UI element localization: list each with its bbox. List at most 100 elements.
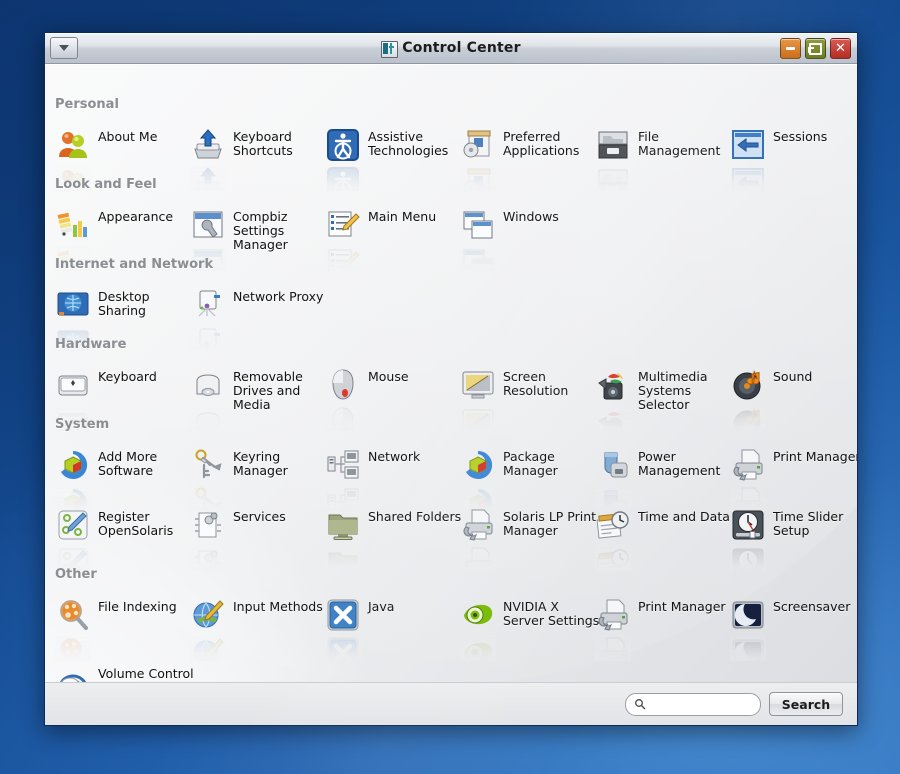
settings-item[interactable]: Keyboard Shortcuts <box>190 127 330 191</box>
settings-item[interactable]: Print Manager <box>595 597 735 661</box>
icon-reflection <box>595 165 631 191</box>
settings-item[interactable]: Preferred Applications <box>460 127 600 191</box>
solaris-lp-print-manager-icon <box>460 507 496 571</box>
icon-reflection <box>325 635 361 661</box>
settings-item-label: Power Management <box>638 449 721 478</box>
minimize-icon <box>786 47 795 50</box>
settings-item[interactable]: Removable Drives and Media <box>190 367 330 431</box>
settings-item-label: Appearance <box>98 209 174 224</box>
icon-reflection <box>55 545 91 571</box>
settings-item[interactable]: Main Menu <box>325 207 465 271</box>
window-menu-button[interactable] <box>50 37 78 59</box>
maximize-icon <box>808 42 822 55</box>
settings-item-label: About Me <box>98 129 158 144</box>
settings-item-label: Register OpenSolaris <box>98 509 174 538</box>
settings-item-label: Mouse <box>368 369 409 384</box>
icon-reflection <box>460 635 496 661</box>
settings-item[interactable]: Sound <box>730 367 857 431</box>
settings-item[interactable]: Assistive Technologies <box>325 127 465 191</box>
icon-reflection <box>190 485 226 511</box>
settings-item-label: Print Manager <box>773 449 857 464</box>
package-manager-icon <box>460 447 496 511</box>
settings-item[interactable]: Appearance <box>55 207 195 271</box>
screen-resolution-icon <box>460 367 496 431</box>
icon-reflection <box>190 545 226 571</box>
maximize-button[interactable] <box>805 38 826 59</box>
settings-item[interactable]: Input Methods <box>190 597 330 661</box>
icon-reflection <box>460 485 496 511</box>
icon-reflection <box>190 325 226 351</box>
settings-item[interactable]: Network Proxy <box>190 287 330 351</box>
settings-item[interactable]: About Me <box>55 127 195 191</box>
icon-reflection <box>190 245 226 271</box>
settings-item[interactable]: Compbiz Settings Manager <box>190 207 330 271</box>
control-center-content: Personal About Me Keyboard Shortcuts Ass… <box>45 64 857 682</box>
settings-item[interactable]: Mouse <box>325 367 465 431</box>
settings-item[interactable]: Volume Control <box>55 664 195 682</box>
settings-item-label: Compbiz Settings Manager <box>233 209 288 252</box>
settings-item[interactable]: Package Manager <box>460 447 600 511</box>
settings-item[interactable]: Print Manager <box>730 447 857 511</box>
settings-item[interactable]: Register OpenSolaris <box>55 507 195 571</box>
icon-reflection <box>325 545 361 571</box>
settings-item[interactable]: NVIDIA X Server Settings <box>460 597 600 661</box>
settings-item[interactable]: Network <box>325 447 465 511</box>
settings-item[interactable]: Add More Software <box>55 447 195 511</box>
settings-item[interactable]: Desktop Sharing <box>55 287 195 351</box>
network-icon <box>325 447 361 511</box>
window-titlebar: Control Center ✕ <box>45 33 857 64</box>
settings-item-label: Keyboard Shortcuts <box>233 129 293 158</box>
settings-item[interactable]: Java <box>325 597 465 661</box>
settings-item[interactable]: Keyboard <box>55 367 195 431</box>
settings-item[interactable]: Time and Data <box>595 507 735 571</box>
multimedia-systems-selector-icon <box>595 367 631 431</box>
keyboard-shortcuts-icon <box>190 127 226 191</box>
search-field[interactable] <box>625 692 761 716</box>
section-header: System <box>55 417 110 432</box>
settings-item-label: Services <box>233 509 286 524</box>
icon-reflection <box>55 405 91 431</box>
search-button[interactable]: Search <box>769 692 843 716</box>
settings-item-label: Package Manager <box>503 449 558 478</box>
settings-item-label: Time Slider Setup <box>773 509 844 538</box>
settings-item[interactable]: Screensaver <box>730 597 857 661</box>
appearance-icon <box>55 207 91 271</box>
time-slider-setup-icon <box>730 507 766 571</box>
settings-item-label: Input Methods <box>233 599 323 614</box>
assistive-technologies-icon <box>325 127 361 191</box>
search-input[interactable] <box>651 696 752 712</box>
control-center-window: Control Center ✕ Personal About Me Keybo… <box>44 32 858 726</box>
input-methods-icon <box>190 597 226 661</box>
volume-control-icon <box>55 664 91 682</box>
section-header: Look and Feel <box>55 177 157 192</box>
settings-item[interactable]: Windows <box>460 207 600 271</box>
power-management-icon <box>595 447 631 511</box>
settings-item[interactable]: Time Slider Setup <box>730 507 857 571</box>
icon-reflection <box>460 165 496 191</box>
settings-item-label: Add More Software <box>98 449 158 478</box>
icon-reflection <box>55 245 91 271</box>
section-header: Internet and Network <box>55 257 214 272</box>
settings-item[interactable]: File Management <box>595 127 735 191</box>
settings-item[interactable]: Power Management <box>595 447 735 511</box>
icon-reflection <box>595 545 631 571</box>
settings-item[interactable]: Screen Resolution <box>460 367 600 431</box>
file-management-icon <box>595 127 631 191</box>
icon-reflection <box>190 165 226 191</box>
settings-item[interactable]: Keyring Manager <box>190 447 330 511</box>
settings-item[interactable]: Services <box>190 507 330 571</box>
settings-item-label: Time and Data <box>638 509 730 524</box>
settings-grid: Personal About Me Keyboard Shortcuts Ass… <box>45 65 857 682</box>
minimize-button[interactable] <box>780 38 801 59</box>
settings-item[interactable]: Solaris LP Print Manager <box>460 507 600 571</box>
close-button[interactable]: ✕ <box>830 38 851 59</box>
desktop-sharing-icon <box>55 287 91 351</box>
icon-reflection <box>730 545 766 571</box>
settings-item[interactable]: Shared Folders <box>325 507 465 571</box>
network-proxy-icon <box>190 287 226 351</box>
settings-item-label: Sessions <box>773 129 828 144</box>
settings-item[interactable]: File Indexing <box>55 597 195 661</box>
settings-item[interactable]: Sessions <box>730 127 857 191</box>
settings-item[interactable]: Multimedia Systems Selector <box>595 367 735 431</box>
settings-item-label: Assistive Technologies <box>368 129 449 158</box>
